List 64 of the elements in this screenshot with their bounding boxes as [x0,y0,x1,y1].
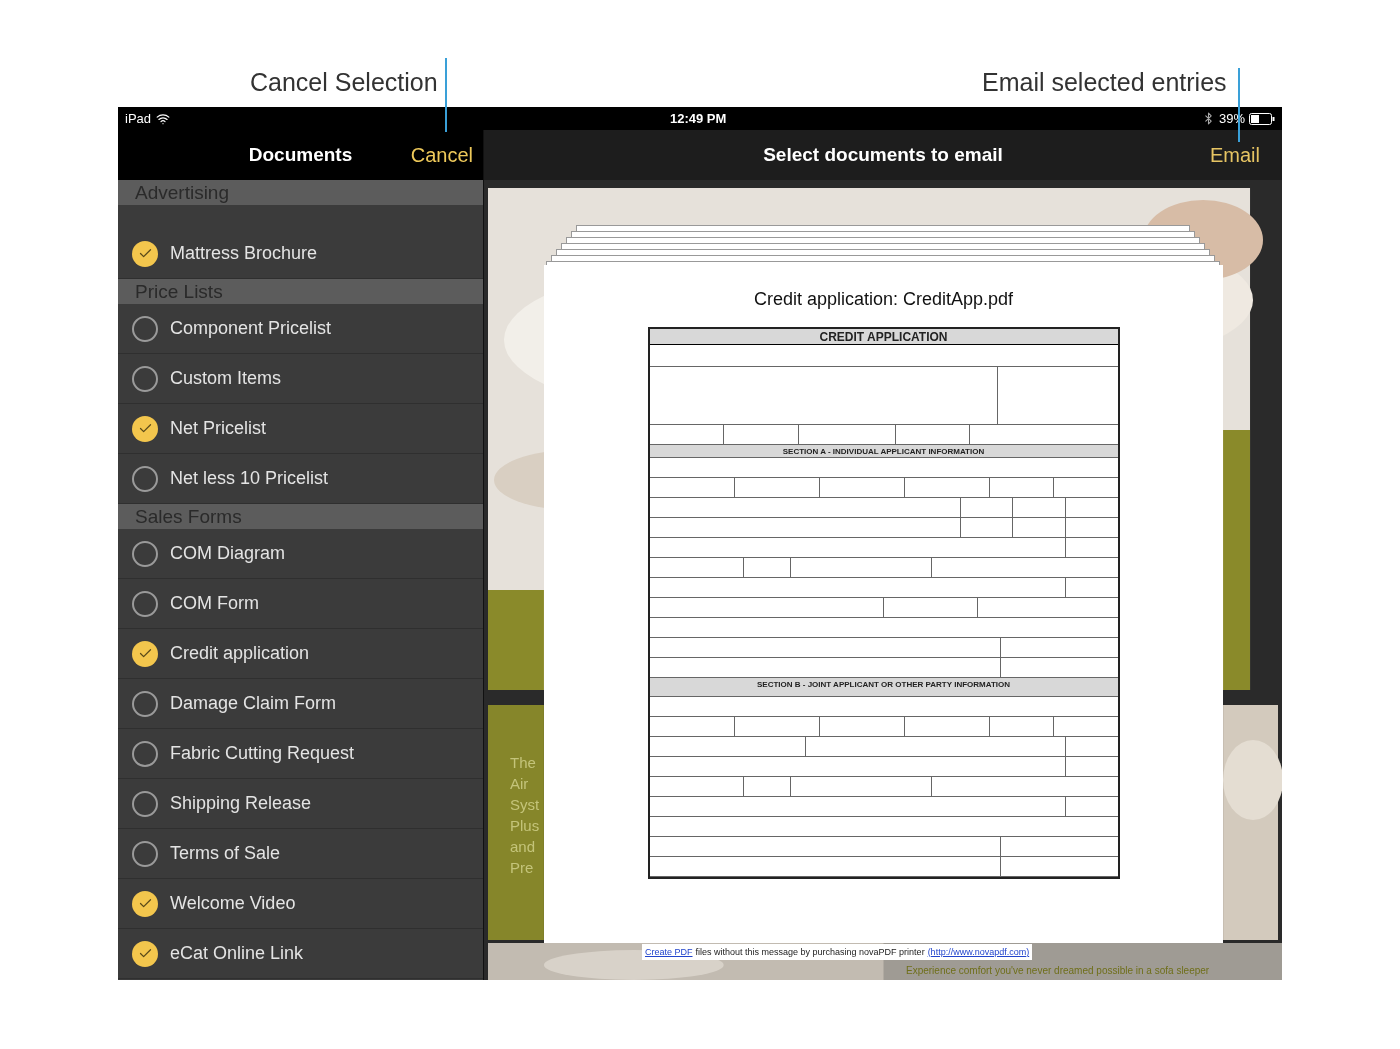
checked-checkbox[interactable] [132,240,158,267]
document-name: Fabric Cutting Request [170,742,355,765]
brochure-text: The [510,753,537,773]
document-row[interactable]: Fabric Cutting Request [118,729,483,779]
wifi-icon [156,111,171,126]
unchecked-checkbox[interactable] [132,790,158,817]
document-row[interactable]: Net Pricelist [118,404,483,454]
document-name: Welcome Video [170,892,296,915]
unchecked-checkbox[interactable] [132,465,158,492]
brochure-text: Plus [510,816,540,836]
cancel-button[interactable]: Cancel [410,140,473,170]
brochure-text: Syst [510,795,540,815]
unchecked-checkbox[interactable] [132,365,158,392]
unchecked-checkbox[interactable] [132,690,158,717]
document-name: Terms of Sale [170,842,281,865]
checked-checkbox[interactable] [132,415,158,442]
document-name: Shipping Release [170,792,312,815]
document-row[interactable]: Damage Claim Form [118,679,483,729]
document-row[interactable]: Custom Items [118,354,483,404]
checked-checkbox[interactable] [132,940,158,967]
document-row[interactable]: Shipping Release [118,779,483,829]
device-name: iPad [125,109,152,128]
document-row[interactable]: eCat Online Link [118,929,483,979]
battery-icon [1249,112,1275,125]
document-row[interactable]: COM Form [118,579,483,629]
brochure-text: and [510,837,537,857]
document-row[interactable]: Component Pricelist [118,304,483,354]
checked-checkbox[interactable] [132,890,158,917]
annotation-label: Email selected entries [982,67,1227,98]
notice-text: files without this message by purchasing novaPDF printer [695,946,925,959]
unchecked-checkbox[interactable] [132,840,158,867]
document-row[interactable]: Terms of Sale [118,829,483,879]
document-name: COM Form [170,592,259,615]
create-pdf-link[interactable]: Create PDF [645,944,693,960]
main-title: Select documents to email [763,142,1003,167]
checked-checkbox[interactable] [132,640,158,667]
form-title: CREDIT APPLICATION [649,329,1118,345]
section-heading: SECTION A - INDIVIDUAL APPLICANT INFORMATION [649,445,1118,458]
document-name: Credit application [170,642,310,665]
document-name: COM Diagram [170,542,285,565]
document-name: eCat Online Link [170,942,304,965]
document-row[interactable]: Credit application [118,629,483,679]
unchecked-checkbox[interactable] [132,315,158,342]
document-name: Custom Items [170,367,282,390]
annotation-label: Cancel Selection [250,67,438,98]
brochure-tagline: Experience comfort you've never dreamed possible in a sofa sleeper [906,964,1210,978]
brochure-text: Air [510,774,530,794]
document-title: Credit application: CreditApp.pdf [753,288,1014,311]
document-name: Component Pricelist [170,317,332,340]
sidebar-title: Documents [248,142,353,167]
document-name: Net Pricelist [170,417,267,440]
email-button[interactable]: Email [1210,140,1260,170]
unchecked-checkbox[interactable] [132,740,158,767]
novapdf-link[interactable]: (http://www.novapdf.com) [927,944,1030,960]
unchecked-checkbox[interactable] [132,590,158,617]
document-row[interactable]: Welcome Video [118,879,483,929]
brochure-text: Pre [510,858,535,878]
section-heading: SECTION B - JOINT APPLICANT OR OTHER PARTY INFORMATION [649,678,1118,697]
document-row[interactable]: COM Diagram [118,529,483,579]
unchecked-checkbox[interactable] [132,540,158,567]
status-time: 12:49 PM [670,109,727,128]
document-name: Mattress Brochure [170,242,318,265]
document-name: Damage Claim Form [170,692,337,715]
document-name: Net less 10 Pricelist [170,467,329,490]
